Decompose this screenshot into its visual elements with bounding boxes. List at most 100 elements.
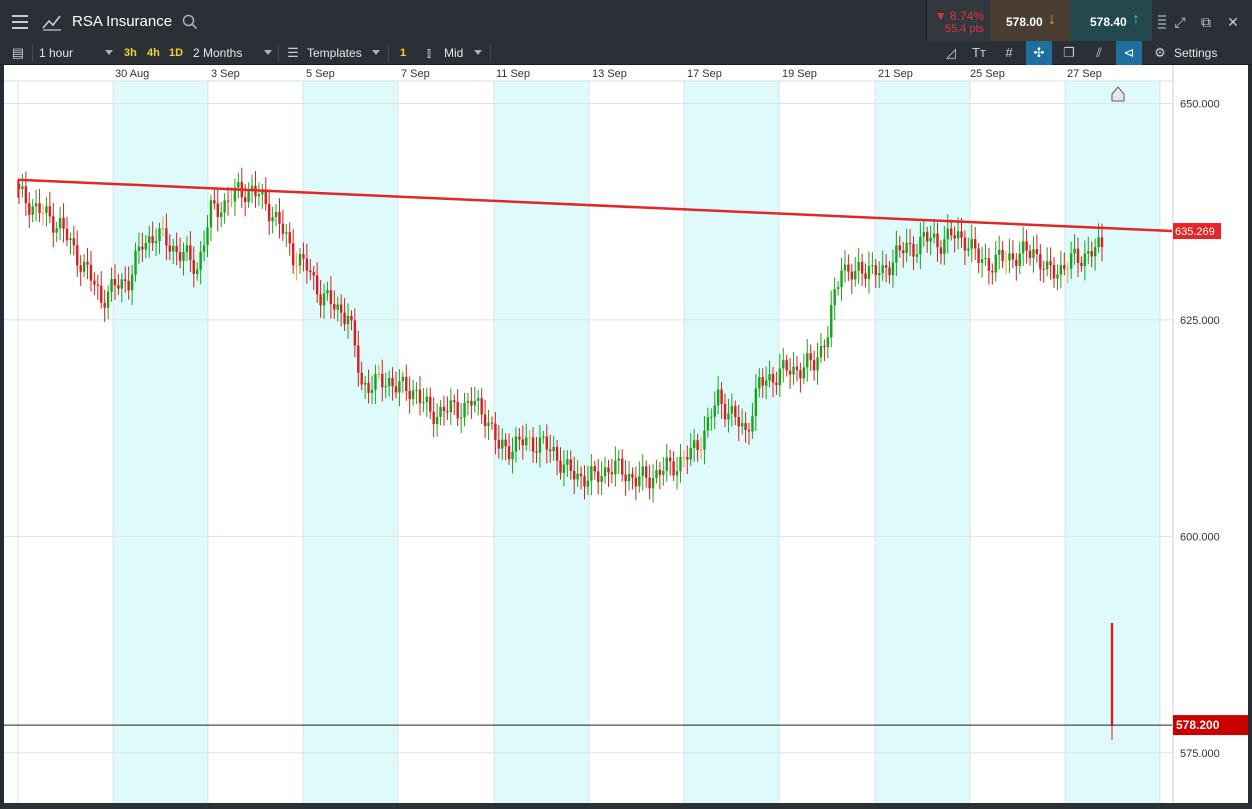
x-tick-label: 30 Aug bbox=[115, 68, 149, 80]
candle-body bbox=[473, 400, 477, 406]
candle-body bbox=[699, 449, 703, 451]
candle-body bbox=[377, 373, 381, 375]
sell-price-button[interactable]: 578.00 ↓ bbox=[990, 0, 1070, 44]
candle-body bbox=[559, 460, 562, 473]
range-select[interactable]: 2 Months bbox=[193, 41, 242, 65]
candle-body bbox=[134, 250, 137, 275]
sell-arrow-icon: ↓ bbox=[1048, 11, 1056, 28]
candle-body bbox=[579, 473, 583, 477]
candle-body bbox=[117, 285, 120, 289]
candle-body bbox=[405, 376, 408, 392]
candle-body bbox=[449, 400, 453, 413]
candle-body bbox=[394, 386, 398, 393]
candle-body bbox=[692, 440, 696, 449]
candle-body bbox=[367, 382, 370, 393]
layers-icon[interactable]: ❐ bbox=[1056, 41, 1082, 65]
candle-body bbox=[295, 265, 298, 267]
candle-body bbox=[973, 239, 977, 249]
templates-select[interactable]: Templates bbox=[307, 41, 362, 65]
candle-body bbox=[651, 478, 655, 489]
hamburger-menu-icon[interactable] bbox=[6, 8, 34, 36]
candle-body bbox=[631, 473, 634, 478]
candle-body bbox=[1039, 253, 1042, 269]
candle-body bbox=[730, 406, 734, 414]
candle-body bbox=[994, 254, 997, 273]
candle-body bbox=[161, 228, 165, 230]
y-tick-label: 575.000 bbox=[1180, 748, 1220, 760]
candle-body bbox=[439, 406, 442, 417]
x-tick-label: 7 Sep bbox=[401, 68, 430, 80]
interval-1d[interactable]: 1D bbox=[169, 41, 183, 65]
x-tick-label: 21 Sep bbox=[878, 68, 913, 80]
y-axis: 650.000 625.000 600.000 575.000 bbox=[1172, 65, 1248, 803]
candle-body bbox=[902, 250, 905, 254]
candlestick-icon[interactable]: ⫾ bbox=[416, 41, 442, 65]
candle-body bbox=[662, 470, 665, 475]
candle-body bbox=[926, 232, 929, 242]
candle-body bbox=[531, 437, 535, 452]
candle-body bbox=[72, 238, 76, 246]
candle-body bbox=[360, 372, 363, 385]
settings-button[interactable]: Settings bbox=[1174, 41, 1217, 65]
candle-body bbox=[552, 446, 555, 452]
grid-icon[interactable]: # bbox=[996, 41, 1022, 65]
indicator-icon[interactable]: ⫽ bbox=[1086, 41, 1112, 65]
candle-body bbox=[175, 245, 178, 253]
candle-body bbox=[771, 374, 775, 383]
gear-icon[interactable]: ⚙ bbox=[1147, 41, 1173, 65]
draw-line-icon[interactable]: ◿ bbox=[938, 41, 964, 65]
candle-body bbox=[432, 411, 435, 424]
x-tick-label: 25 Sep bbox=[970, 68, 1005, 80]
x-tick-label: 17 Sep bbox=[687, 68, 722, 80]
candle-body bbox=[148, 236, 151, 243]
close-icon[interactable]: ✕ bbox=[1223, 12, 1243, 32]
popout-icon[interactable]: ⧉ bbox=[1196, 12, 1216, 32]
instrument-title[interactable]: RSA Insurance bbox=[72, 13, 172, 30]
trendline-price-label: 635.269 bbox=[1175, 226, 1215, 238]
candle-body bbox=[490, 422, 494, 424]
panel-list-icon[interactable] bbox=[1152, 12, 1172, 32]
chart-type-icon[interactable] bbox=[40, 8, 64, 36]
expand-icon[interactable]: ⤢ bbox=[1170, 12, 1190, 32]
candle-body bbox=[874, 265, 878, 276]
buy-price-button[interactable]: 578.40 ↑ bbox=[1070, 0, 1152, 44]
candle-body bbox=[908, 242, 912, 245]
interval-select[interactable]: 1 hour bbox=[39, 41, 73, 65]
price-chart[interactable]: 30 Aug 3 Sep 5 Sep 7 Sep 11 Sep 13 Sep 17 Sep 1… bbox=[4, 65, 1248, 803]
candle-body bbox=[213, 200, 216, 204]
change-points: 55.4 pts bbox=[944, 23, 984, 35]
candle-body bbox=[946, 228, 949, 240]
watchlist-icon[interactable]: ▤ bbox=[5, 41, 31, 65]
candle-body bbox=[93, 280, 96, 285]
candlestick-chart[interactable]: 30 Aug 3 Sep 5 Sep 7 Sep 11 Sep 13 Sep 17 Sep 1… bbox=[4, 65, 1248, 803]
candle-body bbox=[641, 466, 644, 477]
toolbar-divider bbox=[388, 44, 389, 62]
candle-body bbox=[89, 264, 93, 281]
candle-body bbox=[82, 261, 86, 272]
interval-4h[interactable]: 4h bbox=[147, 41, 160, 65]
candle-body bbox=[1097, 237, 1100, 248]
x-tick-label: 27 Sep bbox=[1067, 68, 1102, 80]
candle-body bbox=[644, 466, 648, 478]
candle-body bbox=[919, 236, 922, 255]
text-tool-icon[interactable]: Tт bbox=[966, 41, 992, 65]
crosshair-icon[interactable]: ✣ bbox=[1026, 41, 1052, 65]
candle-body bbox=[312, 272, 315, 276]
candle-body bbox=[778, 368, 782, 386]
price-type-select[interactable]: Mid bbox=[444, 41, 463, 65]
candle-body bbox=[494, 423, 497, 440]
search-icon[interactable] bbox=[182, 14, 198, 35]
interval-3h[interactable]: 3h bbox=[124, 41, 137, 65]
price-tag-icon[interactable]: ⊲ bbox=[1116, 41, 1142, 65]
candle-body bbox=[943, 239, 946, 254]
candle-body bbox=[812, 360, 816, 371]
candle-body bbox=[583, 476, 586, 487]
candle-body bbox=[682, 456, 686, 458]
candle-body bbox=[720, 389, 723, 404]
candle-body bbox=[1049, 261, 1052, 266]
candle-body bbox=[932, 233, 936, 238]
chart-header-bar: RSA Insurance ▼ 8.74% 55.4 pts 578.00 ↓ … bbox=[0, 0, 1252, 44]
candle-body bbox=[144, 242, 148, 250]
candle-body bbox=[596, 471, 600, 482]
templates-icon[interactable]: ☰ bbox=[280, 41, 306, 65]
